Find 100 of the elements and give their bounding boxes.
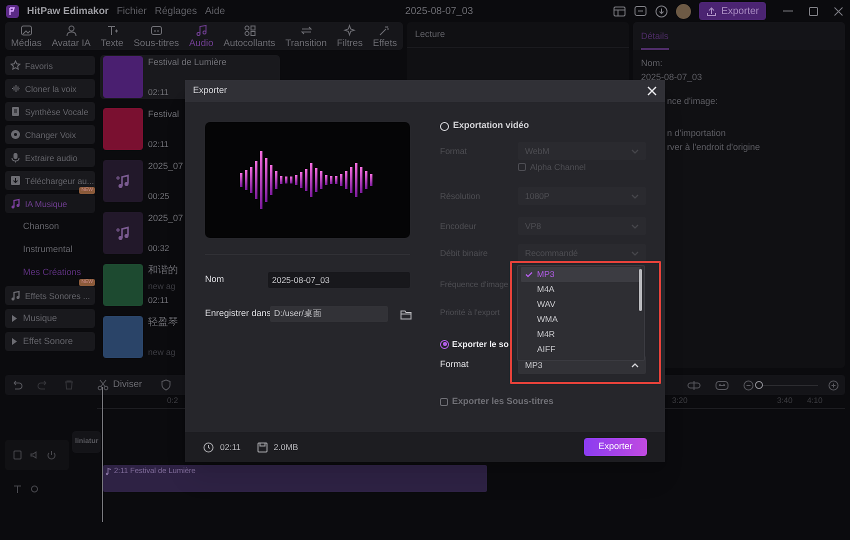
tab[interactable]: Médias — [8, 24, 45, 48]
dropdown-option[interactable]: M4R — [521, 327, 641, 342]
download-icon[interactable] — [655, 4, 668, 18]
tab[interactable]: Sous-titres — [130, 24, 182, 48]
dropdown-option[interactable]: AIFF — [521, 342, 641, 357]
tab[interactable]: Texte — [98, 24, 126, 48]
path-field[interactable]: D:/user/桌面 — [270, 306, 388, 322]
export-button[interactable]: Exporter — [584, 438, 647, 456]
library-item[interactable]: Synthèse Vocale — [5, 102, 95, 121]
caret-icon — [631, 148, 639, 154]
library-subitem[interactable]: Mes Créations — [5, 263, 84, 282]
track-duration: 00:25 — [148, 191, 170, 201]
library-item[interactable]: Changer Voix — [5, 125, 95, 144]
tab[interactable]: Filtres — [334, 24, 366, 48]
speaker-icon — [30, 450, 39, 460]
power-icon — [47, 450, 56, 460]
track-title: 和谐的 — [148, 265, 178, 276]
sparkle-icon — [343, 24, 356, 36]
track-duration: 00:32 — [148, 243, 170, 253]
tab[interactable]: Transition — [282, 24, 330, 48]
music-note-icon — [115, 225, 131, 241]
menu-item[interactable]: Fichier — [116, 4, 147, 18]
checkbox[interactable] — [440, 398, 448, 406]
person-icon — [64, 24, 78, 36]
chat-icon[interactable] — [634, 4, 648, 18]
dropdown-option[interactable]: MP3 — [521, 267, 641, 282]
library-item[interactable]: Extraire audio — [5, 148, 95, 167]
layout-icon[interactable] — [613, 4, 626, 18]
library-subitem[interactable]: Chanson — [5, 217, 62, 236]
library-item[interactable]: Effets Sonores ... — [5, 286, 95, 305]
music-note-icon — [10, 198, 21, 209]
clock-icon — [203, 442, 214, 452]
close-icon[interactable] — [833, 6, 844, 16]
library-item[interactable]: Favoris — [5, 56, 95, 75]
zoom-in-icon[interactable] — [828, 380, 839, 390]
caret-icon — [11, 315, 18, 322]
field-label: Format — [440, 358, 470, 372]
export-button[interactable]: Exporter — [699, 2, 766, 20]
field-label: Enregistrer dans — [205, 307, 270, 320]
option-label: Exportation vidéo — [453, 119, 530, 132]
library-group[interactable]: Effet Sonore — [5, 332, 95, 351]
caret-icon — [631, 222, 639, 230]
track-title: Festival — [148, 109, 180, 120]
zoom-slider[interactable] — [756, 380, 818, 390]
library-item[interactable]: IA Musique — [5, 194, 95, 213]
slider-thumb[interactable] — [755, 381, 764, 389]
track-title: 2025_07 — [148, 161, 184, 172]
tab[interactable]: Autocollants — [220, 24, 278, 48]
option-label: Exporter le so — [452, 338, 509, 350]
track-title: Festival de Lumière — [148, 57, 227, 68]
zoom-out-icon[interactable] — [743, 380, 754, 390]
dialog-title: Exporter — [193, 84, 228, 98]
check-icon — [525, 271, 533, 278]
arrows-icon — [300, 24, 313, 36]
scrollbar-thumb[interactable] — [639, 269, 642, 311]
detail-text: n d'importation — [666, 128, 727, 138]
wand-icon — [378, 24, 392, 36]
avatar-icon[interactable] — [676, 4, 692, 18]
project-title: 2025-08-07_03 — [405, 4, 474, 18]
fit-width-icon[interactable] — [715, 380, 729, 390]
option-label: Exporter les Sous-titres — [452, 395, 554, 408]
radio-button[interactable] — [440, 340, 449, 348]
app-name: HitPaw Edimakor — [27, 4, 109, 18]
track-duration: 02:11 — [148, 295, 169, 305]
star-icon — [10, 60, 21, 71]
duration-text: 02:11 — [220, 440, 241, 454]
library-subitem[interactable]: Instrumental — [5, 240, 75, 259]
library-group[interactable]: Musique — [5, 309, 95, 328]
library-item[interactable]: Cloner la voix — [5, 79, 95, 98]
link-icon[interactable] — [687, 380, 701, 390]
detail-text: 2025-08-07_03 — [641, 72, 704, 82]
tab[interactable]: Effets — [370, 24, 400, 48]
name-field[interactable]: 2025-08-07_03 — [268, 272, 410, 288]
text-icon — [106, 24, 119, 36]
dropdown-option[interactable]: WMA — [521, 312, 641, 327]
shield-icon[interactable] — [160, 379, 172, 391]
folder-icon[interactable] — [400, 308, 412, 320]
menu-item[interactable]: Aide — [204, 4, 225, 18]
split-button[interactable]: Diviser — [97, 378, 142, 392]
menu-item[interactable]: Réglages — [154, 4, 197, 18]
dropdown-option[interactable]: M4A — [521, 282, 641, 297]
undo-icon[interactable] — [11, 379, 23, 391]
maximize-icon[interactable] — [808, 6, 819, 16]
scissors-icon — [97, 379, 109, 391]
track-duration: 02:11 — [148, 87, 169, 97]
dropdown-option[interactable]: WAV — [521, 297, 641, 312]
tab[interactable]: Avatar IA — [48, 24, 94, 48]
text-track-icon — [13, 484, 22, 494]
details-tab[interactable]: Détails — [641, 30, 669, 50]
caret-icon — [11, 338, 18, 345]
detail-text: Nom: — [641, 58, 664, 68]
detail-text: rver à l'endroit d'origine — [666, 142, 761, 152]
field-label: Nom — [205, 273, 226, 286]
app-logo-icon — [6, 4, 19, 18]
music-note-icon — [115, 173, 131, 189]
file-size-text: 2.0MB — [274, 440, 298, 454]
voice-icon — [10, 83, 21, 94]
caret-icon — [631, 250, 639, 256]
checkbox[interactable] — [518, 163, 526, 171]
tab[interactable]: Audio — [186, 24, 216, 48]
